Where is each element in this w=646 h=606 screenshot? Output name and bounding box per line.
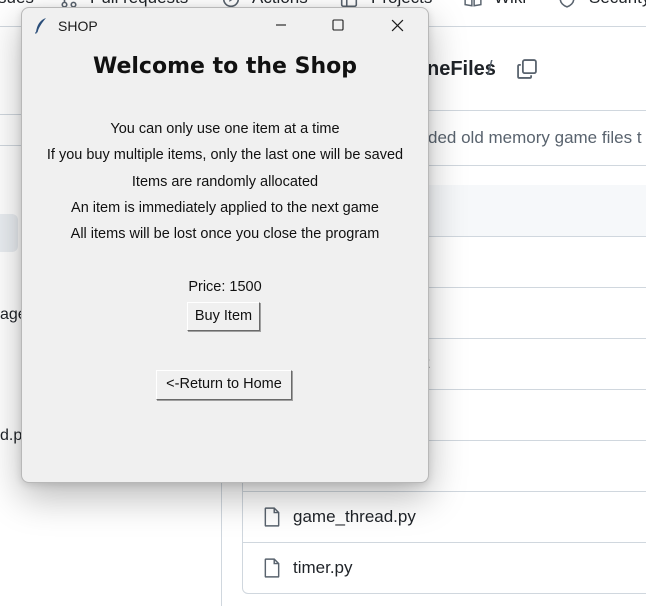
file-icon [263,507,281,527]
sidebar-item-fragment[interactable]: d.p [0,427,22,445]
rule-text: An item is immediately applied to the ne… [71,200,379,216]
copy-icon[interactable] [516,58,538,85]
file-icon [263,558,281,578]
rule-text: You can only use one item at a time [110,121,340,137]
file-link[interactable]: timer.py [293,558,353,578]
feather-icon [34,17,48,39]
buy-item-button[interactable]: Buy Item [187,302,260,331]
close-button[interactable] [374,8,420,42]
rule-text: Items are randomly allocated [131,174,319,190]
minimize-button[interactable] [258,8,304,42]
shield-icon [558,0,576,13]
shop-heading: Welcome to the Shop [92,54,358,79]
return-home-button[interactable]: <-Return to Home [156,370,292,400]
breadcrumb-folder[interactable]: neFiles [427,58,496,81]
file-link[interactable]: game_thread.py [293,507,416,527]
shop-window: SHOP Welcome to the Shop You can only us… [21,7,429,483]
wiki-icon [464,0,482,13]
nav-tab-wiki[interactable]: Wiki [494,0,526,8]
nav-tab-security[interactable]: Security [589,0,646,8]
rule-text: If you buy multiple items, only the last… [46,147,404,163]
latest-commit-message[interactable]: ded old memory game files t [428,128,642,148]
maximize-button[interactable] [315,8,361,42]
breadcrumb-separator: / [487,58,493,80]
file-row[interactable]: game_thread.py [243,492,646,542]
window-title: SHOP [58,18,98,34]
sidebar-selected-item[interactable] [0,214,18,252]
file-row[interactable]: timer.py [243,543,646,593]
rule-text: All items will be lost once you close th… [70,226,380,242]
price-label: Price: 1500 [188,279,262,295]
title-bar[interactable]: SHOP [22,8,428,42]
